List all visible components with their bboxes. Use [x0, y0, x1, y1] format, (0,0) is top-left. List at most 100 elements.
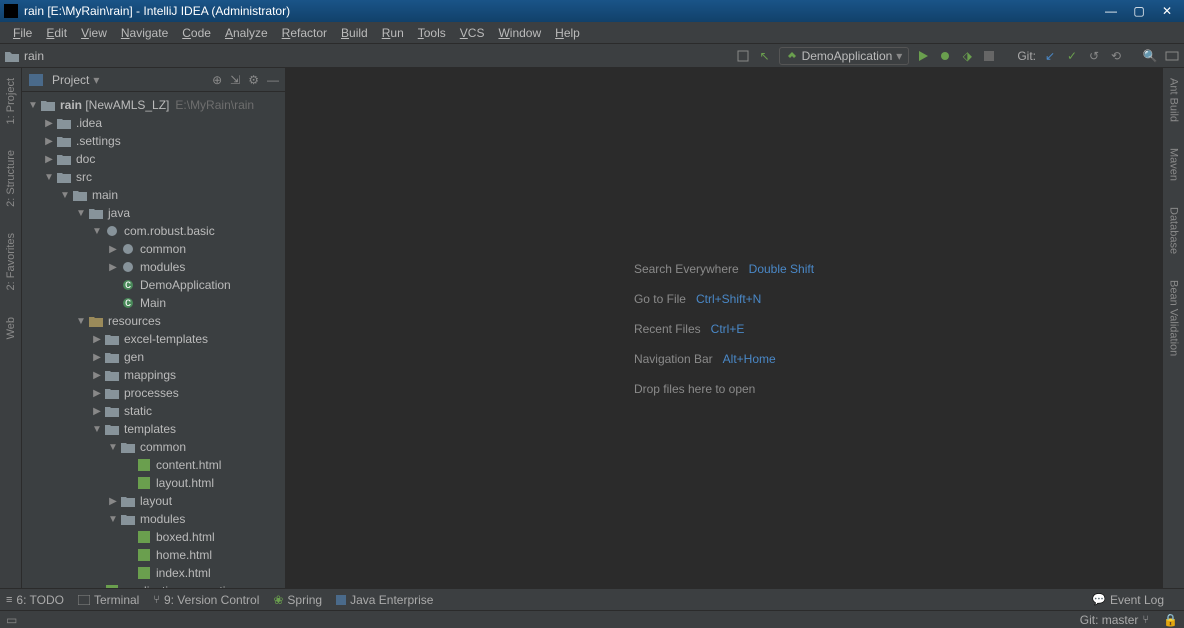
- breadcrumb-root[interactable]: rain: [24, 49, 44, 63]
- lock-icon[interactable]: 🔒: [1163, 613, 1178, 627]
- menu-navigate[interactable]: Navigate: [114, 24, 175, 42]
- tree-node-main[interactable]: cMain: [22, 294, 285, 312]
- spring-tab[interactable]: ❀Spring: [273, 593, 322, 607]
- menu-analyze[interactable]: Analyze: [218, 24, 275, 42]
- menu-refactor[interactable]: Refactor: [275, 24, 334, 42]
- terminal-tab[interactable]: Terminal: [78, 593, 139, 607]
- menu-window[interactable]: Window: [491, 24, 548, 42]
- welcome-recent-files[interactable]: Recent FilesCtrl+E: [634, 320, 814, 336]
- right-tab-antbuild[interactable]: Ant Build: [1168, 74, 1180, 126]
- svg-text:c: c: [125, 297, 131, 309]
- tree-node-common[interactable]: ▶common: [22, 240, 285, 258]
- todo-tab[interactable]: ≡ 6: TODO: [6, 593, 64, 607]
- minimize-button[interactable]: —: [1098, 2, 1124, 20]
- project-tool-window: Project ▾ ⊕ ⇲ ⚙ — ▼rain [NewAMLS_LZ]E:\M…: [22, 68, 286, 588]
- welcome-navigation-bar[interactable]: Navigation BarAlt+Home: [634, 350, 814, 366]
- editor-empty-state: Search EverywhereDouble Shift Go to FileC…: [286, 68, 1162, 588]
- tree-node-modules[interactable]: ▼modules: [22, 510, 285, 528]
- event-log-tab[interactable]: 💬 Event Log: [1092, 593, 1164, 607]
- tree-node-static[interactable]: ▶static: [22, 402, 285, 420]
- git-branch[interactable]: Git: master ⑂: [1080, 613, 1149, 627]
- ide-settings-icon[interactable]: [1164, 48, 1180, 64]
- tree-node-layout[interactable]: ▶layout: [22, 492, 285, 510]
- tree-node-processes[interactable]: ▶processes: [22, 384, 285, 402]
- gear-icon[interactable]: ⚙: [248, 73, 259, 87]
- project-view-icon: [28, 72, 44, 88]
- tree-node-src[interactable]: ▼src: [22, 168, 285, 186]
- welcome-drop-files-here-to-open: Drop files here to open: [634, 380, 814, 396]
- coverage-icon[interactable]: ⬗: [959, 48, 975, 64]
- tree-node-doc[interactable]: ▶doc: [22, 150, 285, 168]
- menu-vcs[interactable]: VCS: [453, 24, 492, 42]
- right-tab-database[interactable]: Database: [1168, 203, 1180, 258]
- welcome-search-everywhere[interactable]: Search EverywhereDouble Shift: [634, 260, 814, 276]
- menu-view[interactable]: View: [74, 24, 114, 42]
- run-config-label: DemoApplication: [802, 49, 893, 63]
- welcome-go-to-file[interactable]: Go to FileCtrl+Shift+N: [634, 290, 814, 306]
- version-control-tab[interactable]: ⑂ 9: Version Control: [153, 593, 259, 607]
- search-icon[interactable]: 🔍: [1142, 48, 1158, 64]
- window-title: rain [E:\MyRain\rain] - IntelliJ IDEA (A…: [24, 4, 1096, 18]
- update-icon[interactable]: ↙: [1042, 48, 1058, 64]
- bottom-tool-tabs: ≡ 6: TODO Terminal ⑂ 9: Version Control …: [0, 588, 1184, 610]
- tree-node-main[interactable]: ▼main: [22, 186, 285, 204]
- tree-node-java[interactable]: ▼java: [22, 204, 285, 222]
- left-tab-structure[interactable]: 2: Structure: [5, 146, 17, 211]
- target-icon[interactable]: [735, 48, 751, 64]
- menu-edit[interactable]: Edit: [39, 24, 74, 42]
- tree-node--settings[interactable]: ▶.settings: [22, 132, 285, 150]
- tree-root[interactable]: ▼rain [NewAMLS_LZ]E:\MyRain\rain: [22, 96, 285, 114]
- debug-icon[interactable]: [937, 48, 953, 64]
- tree-node-gen[interactable]: ▶gen: [22, 348, 285, 366]
- messages-icon[interactable]: ▭: [6, 613, 17, 627]
- menu-code[interactable]: Code: [175, 24, 218, 42]
- menu-help[interactable]: Help: [548, 24, 587, 42]
- left-tab-web[interactable]: Web: [5, 313, 17, 343]
- locate-icon[interactable]: ⊕: [212, 73, 222, 87]
- java-enterprise-tab[interactable]: Java Enterprise: [336, 593, 433, 607]
- tree-node-home-html[interactable]: home.html: [22, 546, 285, 564]
- tree-node-excel-templates[interactable]: ▶excel-templates: [22, 330, 285, 348]
- tree-node--idea[interactable]: ▶.idea: [22, 114, 285, 132]
- status-bar: ▭ Git: master ⑂ 🔒: [0, 610, 1184, 628]
- tree-node-common[interactable]: ▼common: [22, 438, 285, 456]
- svg-text:c: c: [125, 279, 131, 291]
- commit-icon[interactable]: ✓: [1064, 48, 1080, 64]
- folder-icon: [4, 48, 20, 64]
- git-label: Git:: [1017, 49, 1036, 63]
- maximize-button[interactable]: ▢: [1126, 2, 1152, 20]
- right-tab-beanvalidation[interactable]: Bean Validation: [1168, 276, 1180, 360]
- stop-icon[interactable]: [981, 48, 997, 64]
- project-panel-title[interactable]: Project: [52, 73, 89, 87]
- collapse-icon[interactable]: ⇲: [230, 73, 240, 87]
- tree-node-content-html[interactable]: content.html: [22, 456, 285, 474]
- right-tool-tabs: Ant Build Maven Database Bean Validation: [1162, 68, 1184, 588]
- menu-run[interactable]: Run: [375, 24, 411, 42]
- close-button[interactable]: ✕: [1154, 2, 1180, 20]
- revert-icon[interactable]: ⟲: [1108, 48, 1124, 64]
- tree-node-mappings[interactable]: ▶mappings: [22, 366, 285, 384]
- tree-node-demoapplication[interactable]: cDemoApplication: [22, 276, 285, 294]
- menu-build[interactable]: Build: [334, 24, 375, 42]
- history-icon[interactable]: ↺: [1086, 48, 1102, 64]
- left-tab-project[interactable]: 1: Project: [5, 74, 17, 128]
- tree-node-index-html[interactable]: index.html: [22, 564, 285, 582]
- tree-node-layout-html[interactable]: layout.html: [22, 474, 285, 492]
- tree-node-modules[interactable]: ▶modules: [22, 258, 285, 276]
- menu-file[interactable]: File: [6, 24, 39, 42]
- right-tab-maven[interactable]: Maven: [1168, 144, 1180, 185]
- tree-node-boxed-html[interactable]: boxed.html: [22, 528, 285, 546]
- hide-icon[interactable]: —: [267, 73, 279, 87]
- run-config-selector[interactable]: DemoApplication ▾: [779, 47, 910, 65]
- menu-tools[interactable]: Tools: [411, 24, 453, 42]
- toolbar: rain ↖ DemoApplication ▾ ⬗ Git: ↙ ✓ ↺ ⟲ …: [0, 44, 1184, 68]
- back-arrow-icon[interactable]: ↖: [757, 48, 773, 64]
- left-tab-favorites[interactable]: 2: Favorites: [5, 229, 17, 294]
- run-icon[interactable]: [915, 48, 931, 64]
- tree-node-com-robust-basic[interactable]: ▼com.robust.basic: [22, 222, 285, 240]
- tree-node-templates[interactable]: ▼templates: [22, 420, 285, 438]
- left-tool-tabs: 1: Project 2: Structure 2: Favorites Web: [0, 68, 22, 588]
- app-icon: [4, 4, 18, 18]
- menu-bar: FileEditViewNavigateCodeAnalyzeRefactorB…: [0, 22, 1184, 44]
- tree-node-resources[interactable]: ▼resources: [22, 312, 285, 330]
